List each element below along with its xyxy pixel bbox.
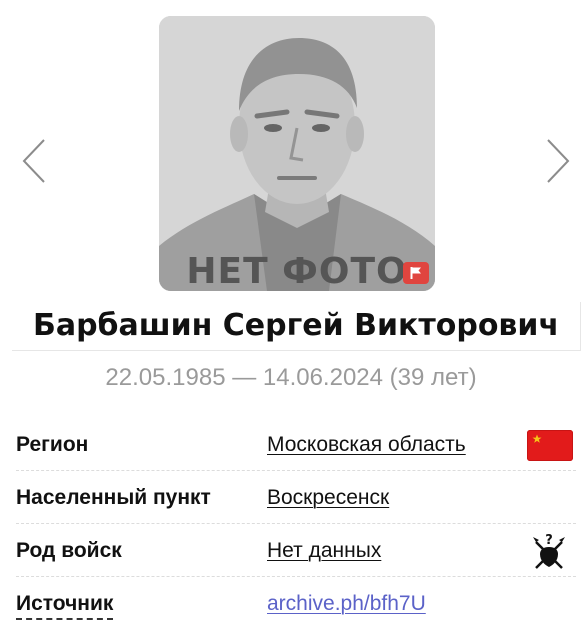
info-row-region: Регион Московская область [16,418,576,471]
info-label-branch: Род войск [16,539,122,562]
region-emblem-icon [532,434,542,443]
info-row-branch: Род войск Нет данных [16,524,576,577]
info-table: Регион Московская область Населенный пун… [16,418,576,630]
info-label-region: Регион [16,433,89,456]
region-link[interactable]: Московская область [267,432,466,458]
info-label-source: Источник [16,591,114,620]
person-name: Барбашин Сергей Викторович [32,308,560,343]
chevron-right-icon [547,139,570,183]
photo-carousel: НЕТ ФОТО [0,0,582,300]
settlement-link[interactable]: Воскресенск [267,485,389,511]
person-photo: НЕТ ФОТО [159,16,435,291]
name-block: Барбашин Сергей Викторович [12,302,581,351]
branch-link[interactable]: Нет данных [267,538,381,564]
flag-icon [410,267,421,279]
prev-photo-button[interactable] [18,136,52,186]
no-photo-label: НЕТ ФОТО [186,251,408,291]
source-link[interactable]: archive.ph/bfh7U [267,591,426,617]
report-photo-button[interactable] [403,262,429,284]
svg-text:?: ? [545,533,553,548]
next-photo-button[interactable] [540,136,574,186]
region-flag-icon [527,430,573,461]
info-row-settlement: Населенный пункт Воскресенск [16,471,576,524]
info-label-settlement: Населенный пункт [16,486,211,509]
chevron-left-icon [22,139,45,183]
life-dates: 22.05.1985 — 14.06.2024 (39 лет) [105,364,477,391]
crossed-weapons-question-icon: ? [533,533,565,569]
info-row-source: Источник archive.ph/bfh7U [16,577,576,630]
